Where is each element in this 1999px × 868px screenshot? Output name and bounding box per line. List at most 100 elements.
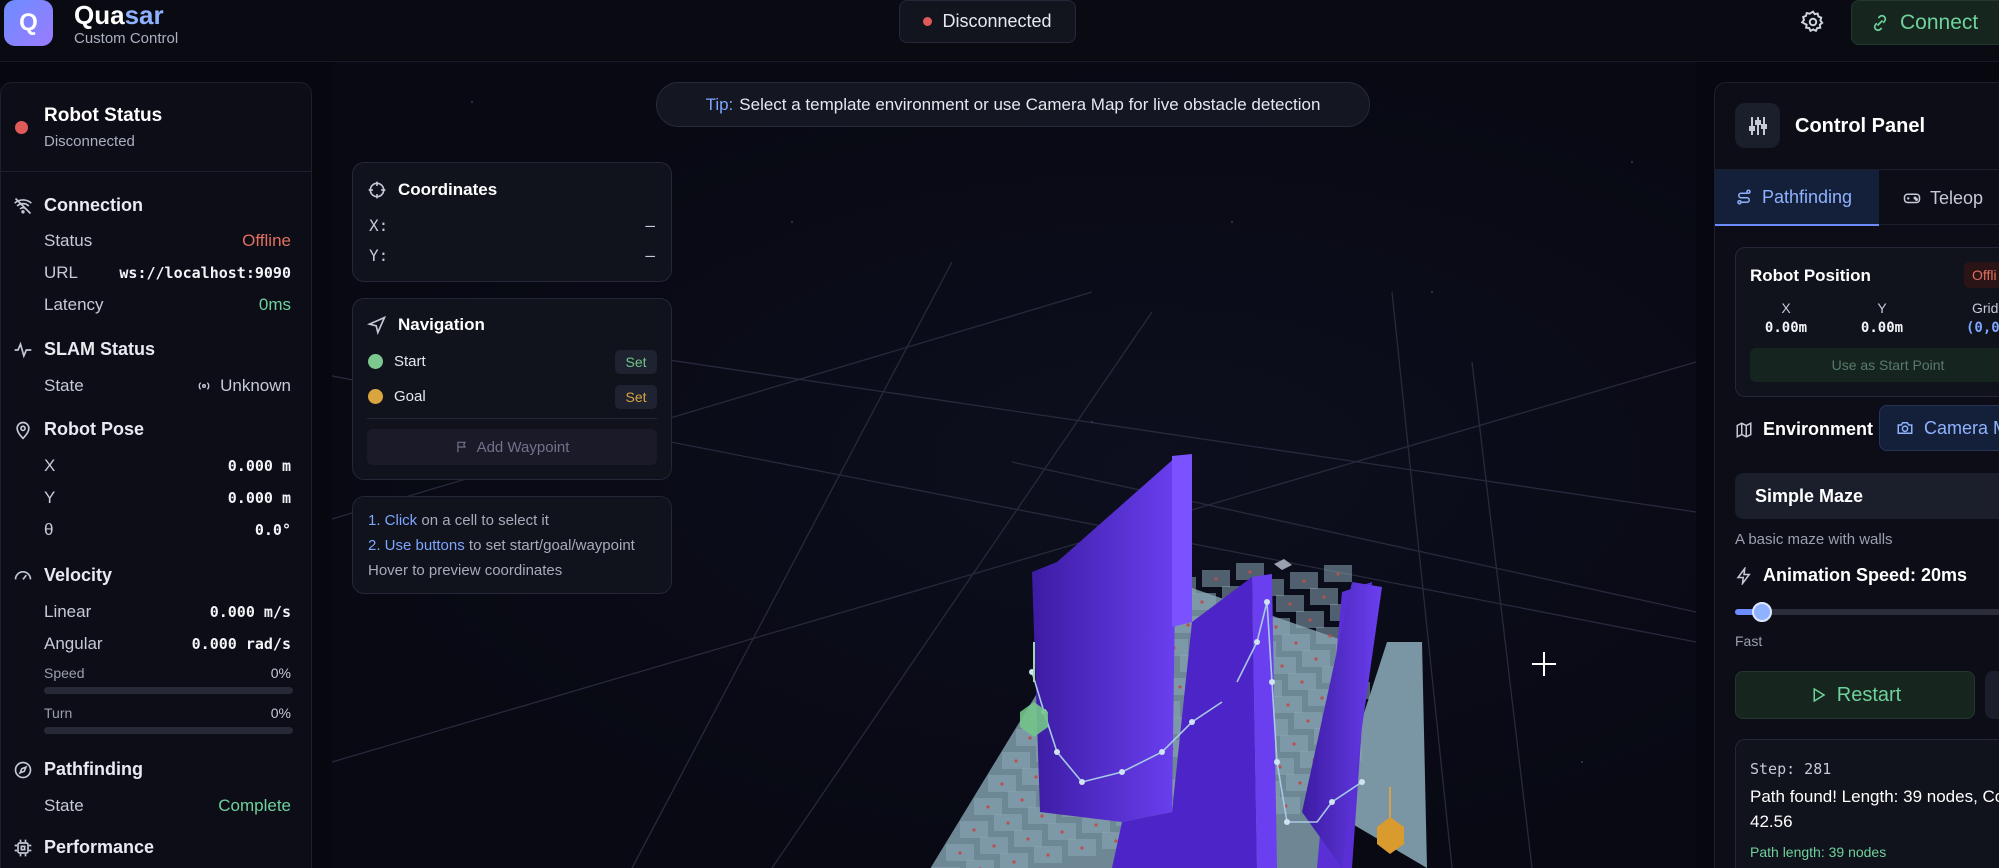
divider	[1, 171, 311, 172]
set-start-button[interactable]: Set	[615, 350, 657, 374]
help-line-2-text: to set start/goal/waypoint	[468, 537, 635, 554]
pos-x-value: 0.00m	[1764, 320, 1808, 336]
animation-speed-slider-thumb[interactable]	[1752, 602, 1772, 622]
cell-marker	[1094, 823, 1098, 827]
tab-pathfinding-label: Pathfinding	[1762, 186, 1853, 207]
goal-dot-icon	[368, 389, 383, 404]
environment-select[interactable]: Simple Maze	[1735, 473, 1999, 519]
gear-icon[interactable]	[1800, 9, 1826, 35]
cell-marker	[1278, 765, 1282, 769]
coord-x-value: —	[645, 216, 655, 235]
cell-marker	[1200, 600, 1204, 604]
camera-map-button[interactable]: Camera M	[1879, 405, 1999, 451]
help-line-1: 1. Click on a cell to select it	[368, 512, 549, 529]
tab-teleop[interactable]: Teleop	[1903, 170, 1999, 226]
start-label: Start	[394, 353, 426, 370]
cell-marker	[1322, 595, 1326, 599]
speed-value: 0%	[270, 665, 291, 681]
cell-marker	[1306, 719, 1310, 723]
gauge-icon	[13, 566, 33, 586]
coord-x-label: X:	[369, 216, 389, 235]
cell-marker	[1286, 703, 1290, 707]
robot-status-title: Robot Status	[44, 105, 163, 126]
latency-label: Latency	[44, 295, 104, 314]
connection-status-text: Disconnected	[942, 11, 1052, 31]
floor-tile[interactable]	[966, 860, 994, 868]
coordinates-title: Coordinates	[398, 180, 498, 199]
goal-label: Goal	[394, 388, 426, 405]
turn-bar	[44, 727, 293, 734]
speed-label: Speed	[44, 665, 85, 681]
pose-y-value: 0.000 m	[227, 489, 291, 507]
cell-marker	[1178, 685, 1182, 689]
tab-pathfinding[interactable]: Pathfinding	[1715, 170, 1879, 226]
secondary-action-button[interactable]	[1985, 671, 1999, 719]
app-name-part1: Qua	[74, 0, 125, 30]
robot-position-card: Robot Position Offli X 0.00m Y 0.00m Gri…	[1735, 247, 1999, 397]
cell-marker	[1028, 736, 1032, 740]
cell-marker	[1026, 837, 1030, 841]
divider	[367, 418, 657, 419]
pose-x-value: 0.000 m	[227, 457, 291, 475]
crosshair-icon	[367, 180, 387, 200]
cell-marker	[1280, 664, 1284, 668]
cell-marker	[958, 851, 962, 855]
url-label: URL	[44, 263, 79, 282]
lightning-icon	[1736, 566, 1751, 585]
cell-marker	[1000, 782, 1004, 786]
linear-value: 0.000 m/s	[209, 603, 291, 621]
help-panel: 1. Click on a cell to select it 2. Use b…	[352, 496, 672, 594]
slam-section-title: SLAM Status	[44, 339, 156, 359]
help-line-3: Hover to preview coordinates	[368, 562, 562, 579]
restart-button[interactable]: Restart	[1735, 671, 1975, 719]
url-value: ws://localhost:9090	[119, 264, 291, 282]
navigation-title: Navigation	[398, 315, 485, 334]
cell-marker	[1006, 821, 1010, 825]
add-waypoint-label: Add Waypoint	[476, 438, 570, 456]
cell-marker	[1034, 775, 1038, 779]
compass-icon	[13, 760, 33, 780]
help-line-1-key: 1. Click	[368, 512, 418, 529]
coordinates-panel: Coordinates X: — Y: —	[352, 162, 672, 282]
robot-position-title: Robot Position	[1750, 266, 1871, 285]
cell-marker	[1040, 814, 1044, 818]
angular-value: 0.000 rad/s	[191, 635, 291, 653]
connect-button[interactable]: Connect	[1851, 0, 1999, 45]
tip-banner: Tip: Select a template environment or us…	[656, 82, 1370, 127]
pose-theta-value: 0.0°	[254, 521, 291, 539]
add-waypoint-button[interactable]: Add Waypoint	[367, 429, 657, 465]
cpu-icon	[13, 838, 33, 858]
cell-marker	[1020, 798, 1024, 802]
control-panel-title: Control Panel	[1795, 115, 1926, 137]
restart-label: Restart	[1836, 683, 1902, 706]
turn-value: 0%	[270, 705, 291, 721]
environment-row: Environment	[1735, 419, 1873, 440]
camera-map-label: Camera M	[1924, 417, 1999, 438]
slam-state-label: State	[44, 376, 84, 395]
use-as-start-button[interactable]: Use as Start Point	[1750, 348, 1999, 382]
cell-marker	[986, 805, 990, 809]
logo-letter: Q	[19, 9, 38, 36]
pose-theta-label: θ	[44, 520, 54, 539]
angular-label: Angular	[44, 634, 103, 653]
help-line-3-key: Hover	[368, 562, 409, 579]
sliders-icon	[1735, 103, 1780, 148]
cell-marker	[1308, 618, 1312, 622]
performance-section-title: Performance	[44, 837, 155, 857]
animation-speed-slider-track[interactable]	[1735, 609, 1999, 615]
set-goal-button[interactable]: Set	[615, 385, 657, 409]
cell-marker	[1302, 579, 1306, 583]
fast-label: Fast	[1735, 633, 1763, 649]
animation-speed-row: Animation Speed: 20ms	[1735, 565, 1967, 586]
pose-x-label: X	[44, 456, 56, 475]
app-name-part2: sar	[124, 0, 164, 30]
tip-key: Tip:	[705, 94, 734, 114]
coord-y-label: Y:	[369, 246, 389, 265]
cell-marker	[1294, 641, 1298, 645]
environment-label: Environment	[1763, 419, 1874, 439]
app-logo: Q	[4, 0, 53, 46]
cell-marker	[1292, 742, 1296, 746]
route-icon	[1737, 189, 1751, 205]
radio-signal-icon	[198, 382, 210, 390]
connection-status-value: Offline	[242, 231, 291, 250]
